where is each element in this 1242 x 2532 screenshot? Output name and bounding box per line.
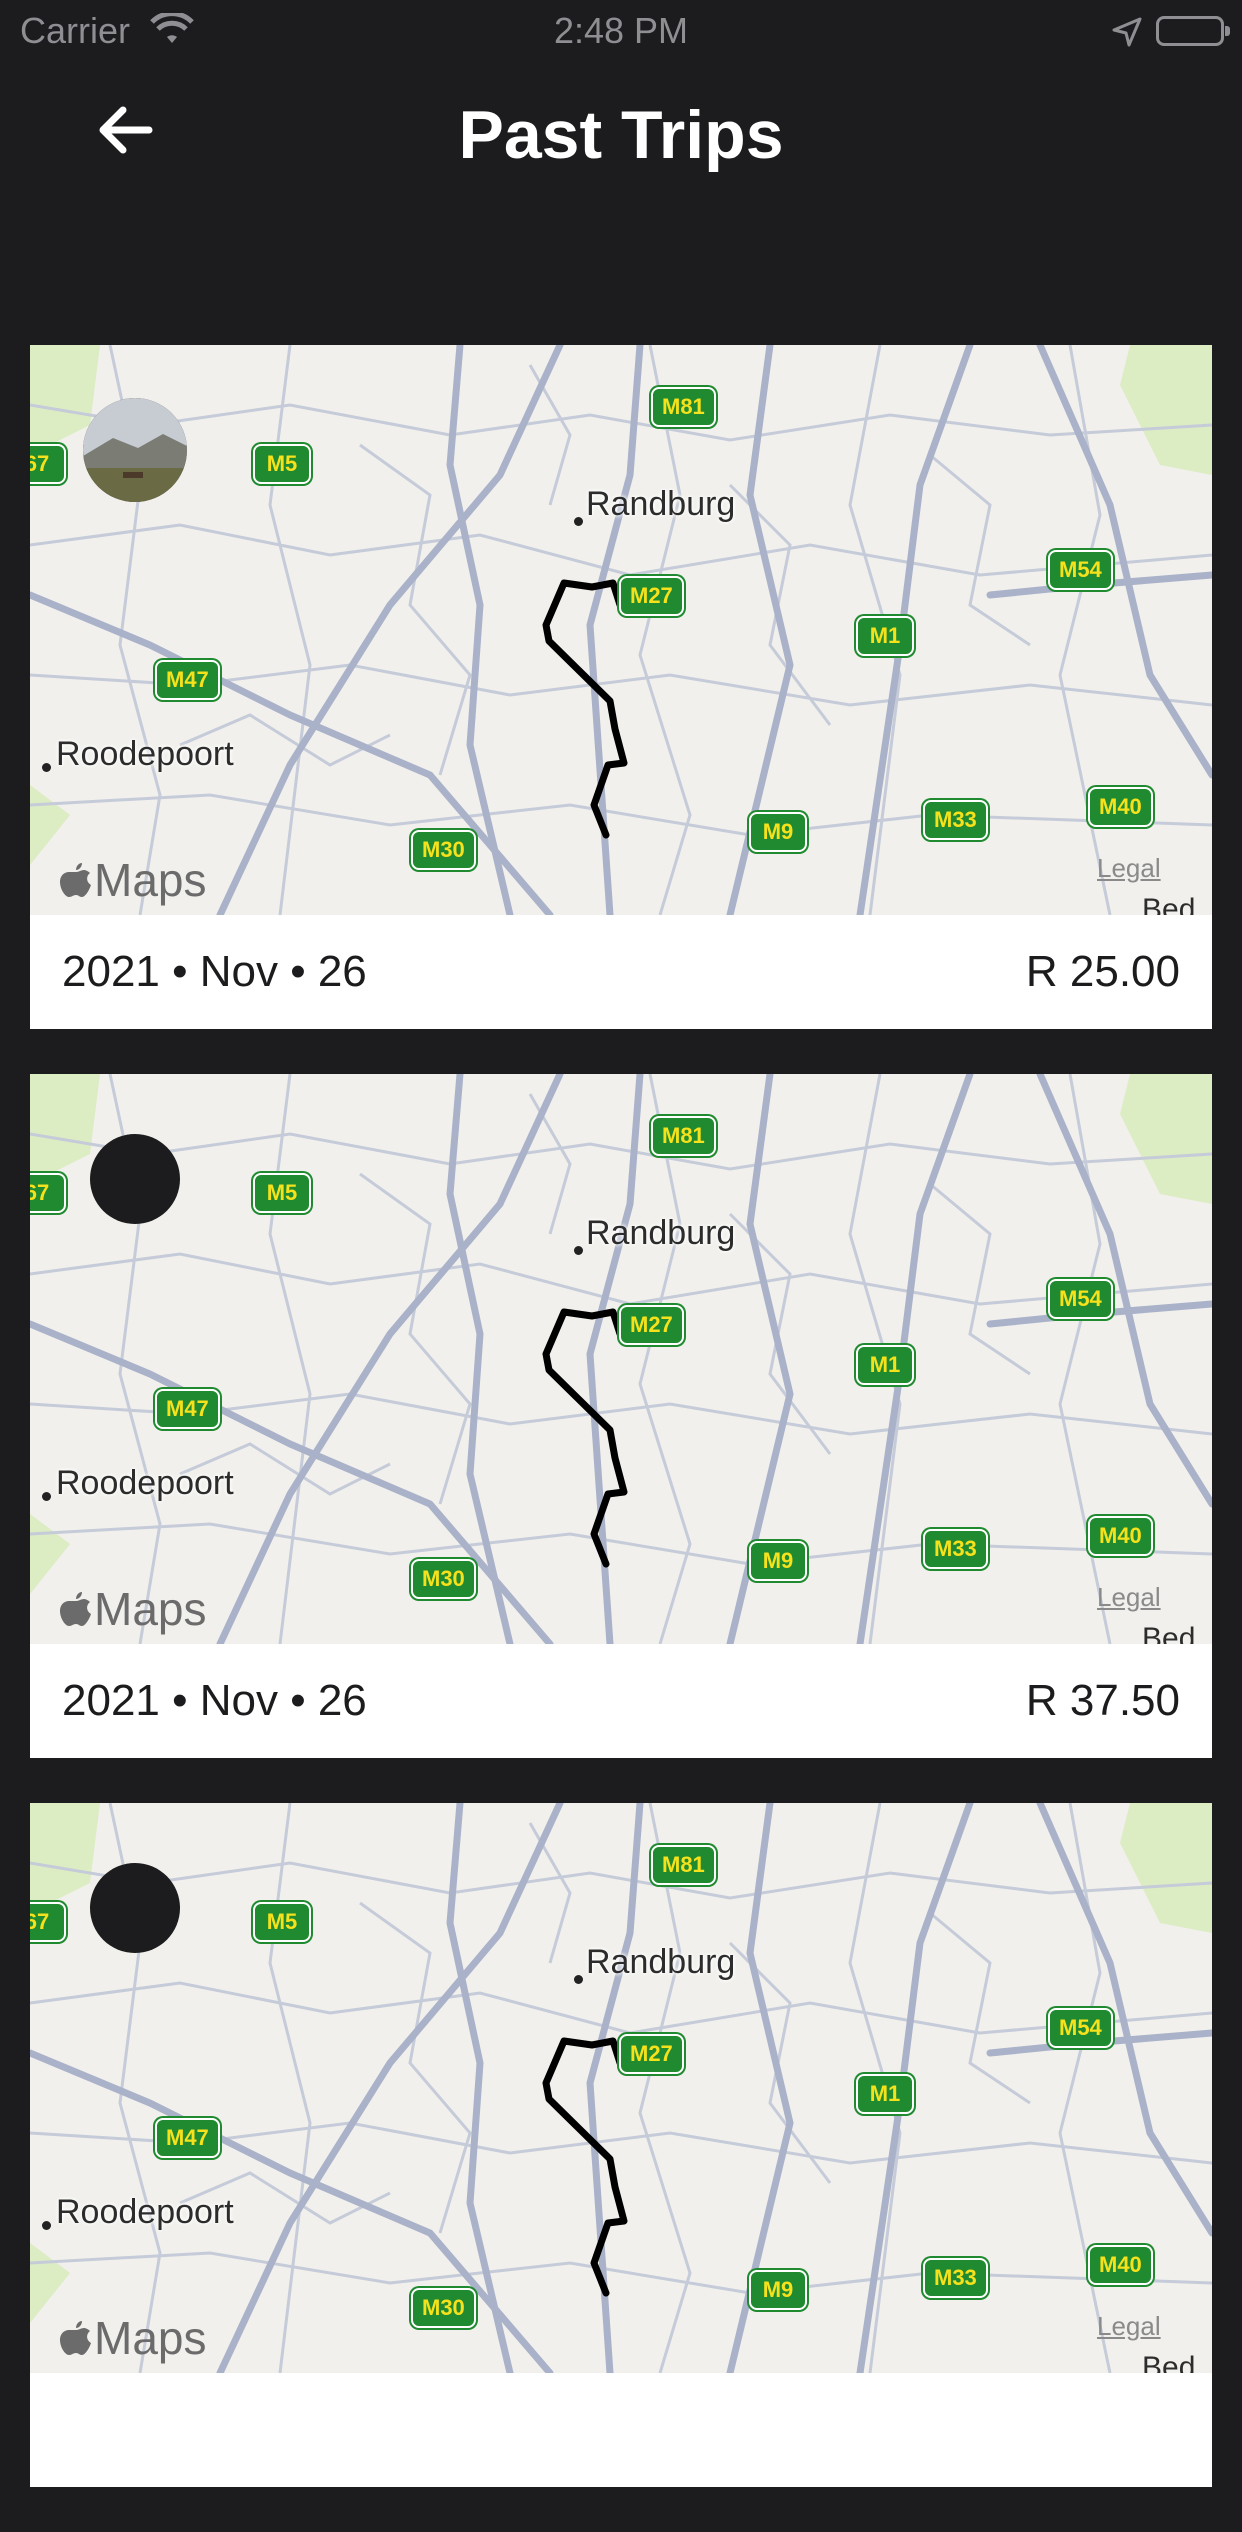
road-shield-m33: M33 [923,2258,988,2298]
trip-list[interactable]: 67 M81 M5 M27 M54 M1 M47 M9 M33 M40 M30 Randburg Roo… [30,345,1212,2532]
place-label-roodepoort: Roodepoort [56,735,234,773]
road-shield-m81: M81 [651,1116,716,1156]
location-arrow-icon [1112,14,1142,56]
navigation-bar: Past Trips [0,60,1242,210]
legal-link[interactable]: Legal [1097,2311,1161,2342]
apple-maps-logo: Maps [60,1582,206,1636]
place-label-bed: Bed [1142,1622,1196,1644]
place-label-roodepoort: Roodepoort [56,2193,234,2231]
trip-card[interactable]: 67 M81 M5 M27 M54 M1 M47 M9 M33 M40 M30 Randburg Roo… [30,345,1212,1029]
road-shield-m54: M54 [1048,2008,1113,2048]
place-marker [574,517,583,526]
place-marker [574,1246,583,1255]
status-bar: Carrier 2:48 PM [0,0,1242,60]
road-shield-m27: M27 [619,576,684,616]
legal-link[interactable]: Legal [1097,1582,1161,1613]
road-shield-m47: M47 [155,2118,220,2158]
driver-avatar [90,1863,180,1953]
battery-icon [1156,16,1230,46]
road-shield-m40: M40 [1088,1516,1153,1556]
trip-price: R 37.50 [1025,1676,1180,1725]
place-marker [42,2221,51,2230]
place-label-roodepoort: Roodepoort [56,1464,234,1502]
place-label-randburg: Randburg [586,1943,736,1981]
road-shield-m1: M1 [856,616,914,656]
apple-logo-icon [60,863,91,897]
road-shield-m40: M40 [1088,787,1153,827]
road-shield-m47: M47 [155,660,220,700]
road-shield-m1: M1 [856,1345,914,1385]
road-shield-m30: M30 [411,830,476,870]
trip-summary: 2021 • Nov • 26 R 37.50 [30,1644,1212,1758]
trip-summary: 2021 • Nov • 26 R 25.00 [30,915,1212,1029]
road-shield: 67 [30,1173,66,1213]
clock: 2:48 PM [553,10,689,51]
road-shield-m5: M5 [253,1173,311,1213]
apple-maps-logo: Maps [60,2311,206,2365]
trip-card[interactable]: 67 M81 M5 M27 M54 M1 M47 M9 M33 M40 M30 Randburg Roo… [30,1074,1212,1758]
road-shield-m27: M27 [619,2034,684,2074]
road-shield-m54: M54 [1048,1279,1113,1319]
road-shield-m1: M1 [856,2074,914,2114]
maps-label: Maps [94,2312,207,2364]
road-shield: 67 [30,444,66,484]
trip-route-map: 67 M81 M5 M27 M54 M1 M47 M9 M33 M40 M30 Randburg Roo… [30,1074,1212,1644]
road-shield-m9: M9 [749,812,807,852]
place-label-bed: Bed [1142,2351,1196,2373]
place-marker [42,1492,51,1501]
road-shield-m47: M47 [155,1389,220,1429]
road-shield-m33: M33 [923,800,988,840]
place-label-bed: Bed [1142,893,1196,915]
road-shield-m9: M9 [749,2270,807,2310]
trip-route-map: 67 M81 M5 M27 M54 M1 M47 M9 M33 M40 M30 Randburg Roo… [30,1803,1212,2373]
road-shield-m5: M5 [253,1902,311,1942]
road-shield-m30: M30 [411,1559,476,1599]
road-shield-m81: M81 [651,387,716,427]
place-label-randburg: Randburg [586,485,736,523]
maps-label: Maps [94,854,207,906]
apple-maps-logo: Maps [60,853,206,907]
road-shield-m9: M9 [749,1541,807,1581]
driver-avatar [90,1134,180,1224]
page-title: Past Trips [458,97,784,173]
road-shield: 67 [30,1902,66,1942]
trip-date: 2021 • Nov • 26 [62,947,367,996]
place-marker [42,763,51,772]
place-marker [574,1975,583,1984]
driver-avatar [83,398,187,502]
trip-summary [30,2373,1212,2487]
trip-card[interactable]: 67 M81 M5 M27 M54 M1 M47 M9 M33 M40 M30 Randburg Roo… [30,1803,1212,2487]
road-shield-m30: M30 [411,2288,476,2328]
road-shield-m81: M81 [651,1845,716,1885]
trip-price: R 25.00 [1025,947,1180,996]
road-shield-m40: M40 [1088,2245,1153,2285]
road-shield-m33: M33 [923,1529,988,1569]
trip-route-map: 67 M81 M5 M27 M54 M1 M47 M9 M33 M40 M30 Randburg Roo… [30,345,1212,915]
apple-logo-icon [60,2321,91,2355]
apple-logo-icon [60,1592,91,1626]
road-shield-m54: M54 [1048,550,1113,590]
road-shield-m5: M5 [253,444,311,484]
road-shield-m27: M27 [619,1305,684,1345]
legal-link[interactable]: Legal [1097,853,1161,884]
trip-date: 2021 • Nov • 26 [62,1676,367,1725]
maps-label: Maps [94,1583,207,1635]
place-label-randburg: Randburg [586,1214,736,1252]
